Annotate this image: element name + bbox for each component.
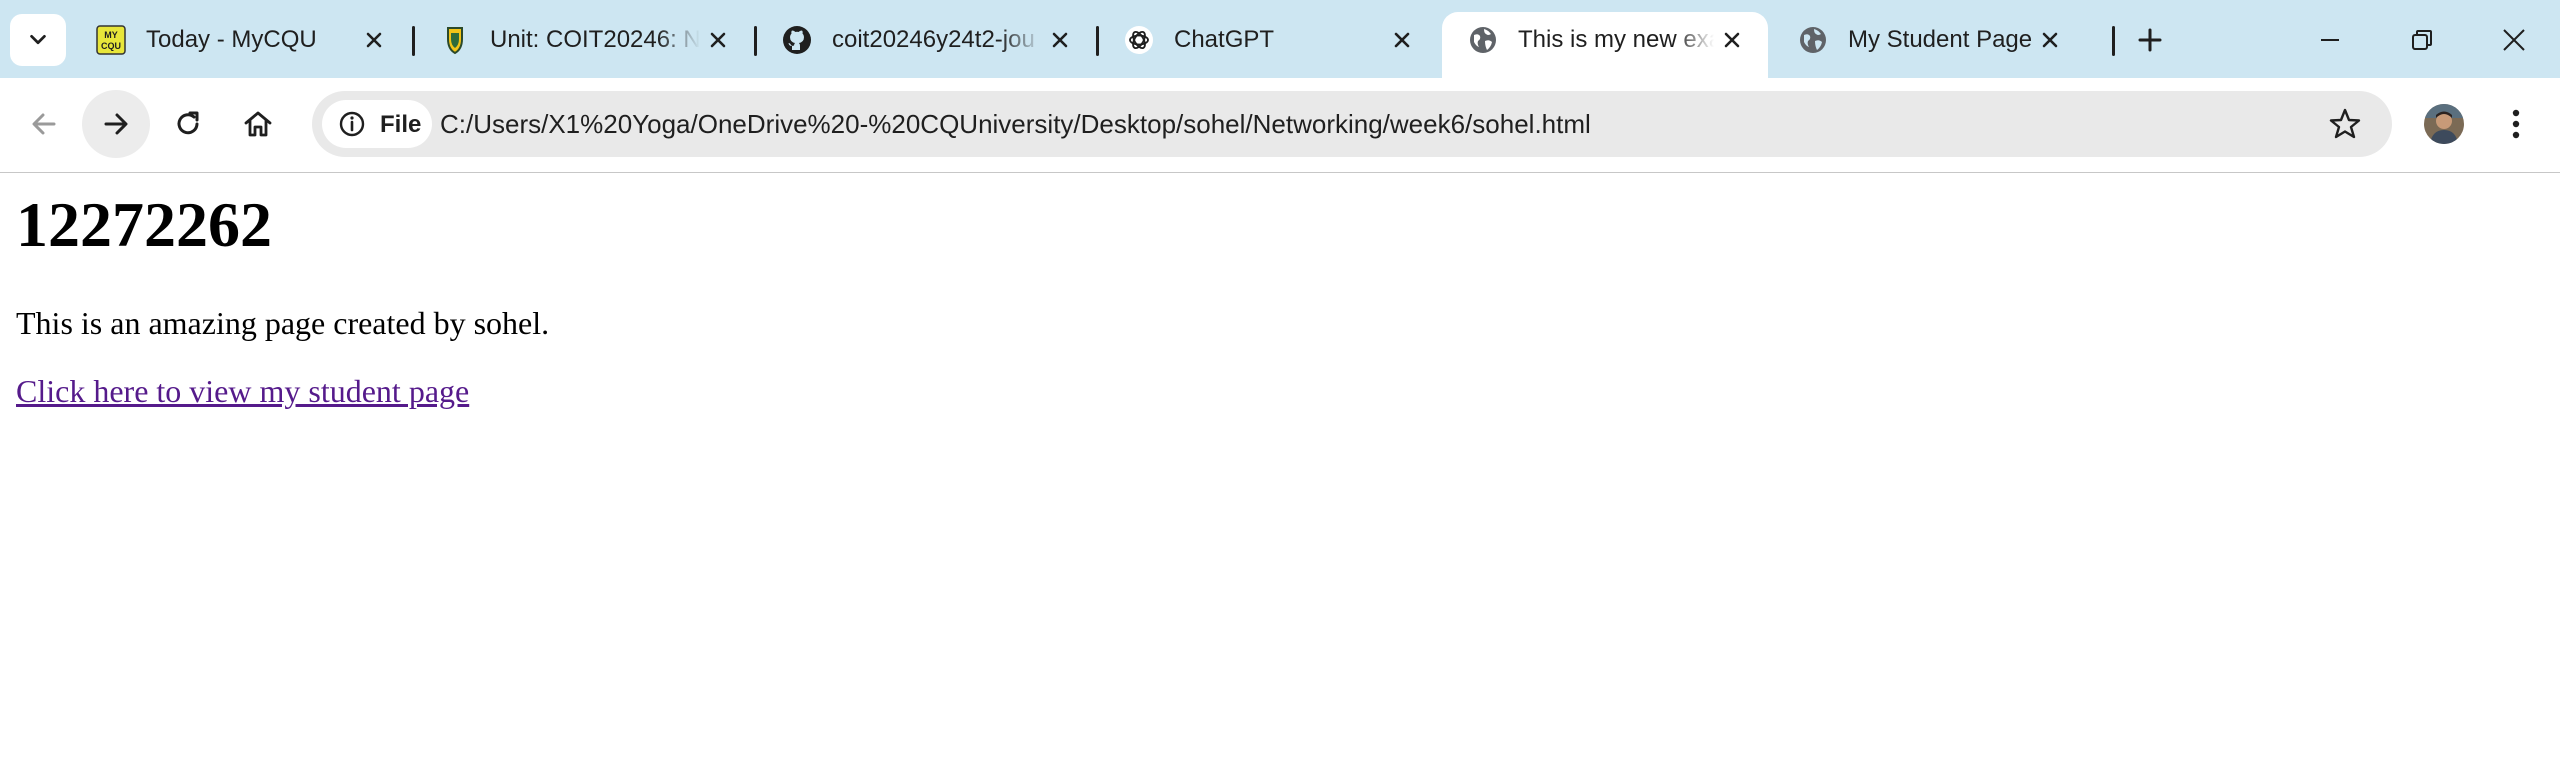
tab-my-student-page[interactable]: My Student Page: [1772, 12, 2112, 68]
avatar-icon: [2424, 104, 2464, 144]
tab-title: coit20246y24t2-jou: [832, 26, 1035, 53]
minimize-icon: [2321, 39, 2339, 41]
page-paragraph: This is an amazing page created by sohel…: [16, 305, 550, 341]
shield-logo-icon: [447, 27, 463, 55]
chatgpt-icon: [1125, 26, 1153, 54]
plus-icon: [2138, 28, 2162, 52]
home-icon: [244, 111, 272, 137]
student-page-link[interactable]: Click here to view my student page: [16, 372, 469, 410]
close-tab-icon[interactable]: [2034, 24, 2066, 56]
reload-button[interactable]: [154, 90, 222, 158]
close-tab-icon[interactable]: [1044, 24, 1076, 56]
forward-button[interactable]: [82, 90, 150, 158]
restore-icon: [2412, 30, 2432, 50]
arrow-left-icon: [32, 113, 56, 135]
back-button[interactable]: [10, 90, 78, 158]
bookmark-star-icon[interactable]: [2328, 107, 2362, 141]
site-info-label: File: [380, 111, 422, 138]
close-tab-icon[interactable]: [358, 24, 390, 56]
tab-title: My Student Page: [1848, 26, 2033, 53]
more-vert-icon: [2512, 109, 2520, 139]
home-button[interactable]: [224, 90, 292, 158]
url-text[interactable]: C:/Users/X1%20Yoga/OneDrive%20-%20CQUniv…: [440, 109, 1591, 140]
close-tab-icon[interactable]: [702, 24, 734, 56]
tab-active-example[interactable]: This is my new exa: [1442, 12, 1768, 78]
minimize-button[interactable]: [2300, 14, 2360, 66]
globe-icon: [1800, 27, 1826, 53]
close-icon: [2503, 29, 2525, 51]
tab-search-button[interactable]: [10, 14, 66, 66]
tab-title: This is my new exa: [1518, 26, 1714, 53]
globe-icon: [1470, 27, 1496, 53]
tab-strip: MY CQU Today - MyCQU Unit: COIT20246: N …: [0, 0, 2560, 78]
close-tab-icon[interactable]: [1386, 24, 1418, 56]
profile-avatar[interactable]: [2424, 104, 2464, 144]
reload-icon: [177, 111, 199, 135]
svg-text:CQU: CQU: [101, 41, 121, 51]
mycqu-icon: MY CQU: [96, 25, 126, 55]
github-icon: [783, 26, 811, 54]
restore-button[interactable]: [2392, 14, 2452, 66]
tab-github[interactable]: coit20246y24t2-jou: [756, 12, 1096, 68]
close-window-button[interactable]: [2484, 14, 2544, 66]
site-info-chip[interactable]: File: [322, 100, 432, 148]
svg-text:MY: MY: [104, 30, 118, 40]
tab-mycqu[interactable]: MY CQU Today - MyCQU: [70, 12, 410, 68]
tab-title: ChatGPT: [1174, 26, 1275, 53]
tab-separator: [2112, 26, 2115, 56]
tab-title: Today - MyCQU: [146, 26, 317, 53]
toolbar: File C:/Users/X1%20Yoga/OneDrive%20-%20C…: [0, 78, 2560, 173]
close-tab-icon[interactable]: [1716, 24, 1748, 56]
page-heading: 12272262: [16, 189, 272, 260]
menu-button[interactable]: [2496, 100, 2536, 148]
new-tab-button[interactable]: [2130, 20, 2170, 60]
tab-unit-coit20246[interactable]: Unit: COIT20246: N: [414, 12, 754, 68]
info-icon: [339, 111, 365, 137]
address-bar[interactable]: File C:/Users/X1%20Yoga/OneDrive%20-%20C…: [312, 91, 2392, 157]
arrow-right-icon: [104, 113, 128, 135]
tab-chatgpt[interactable]: ChatGPT: [1098, 12, 1438, 68]
tab-title: Unit: COIT20246: N: [490, 26, 700, 53]
chevron-down-icon: [30, 34, 46, 45]
